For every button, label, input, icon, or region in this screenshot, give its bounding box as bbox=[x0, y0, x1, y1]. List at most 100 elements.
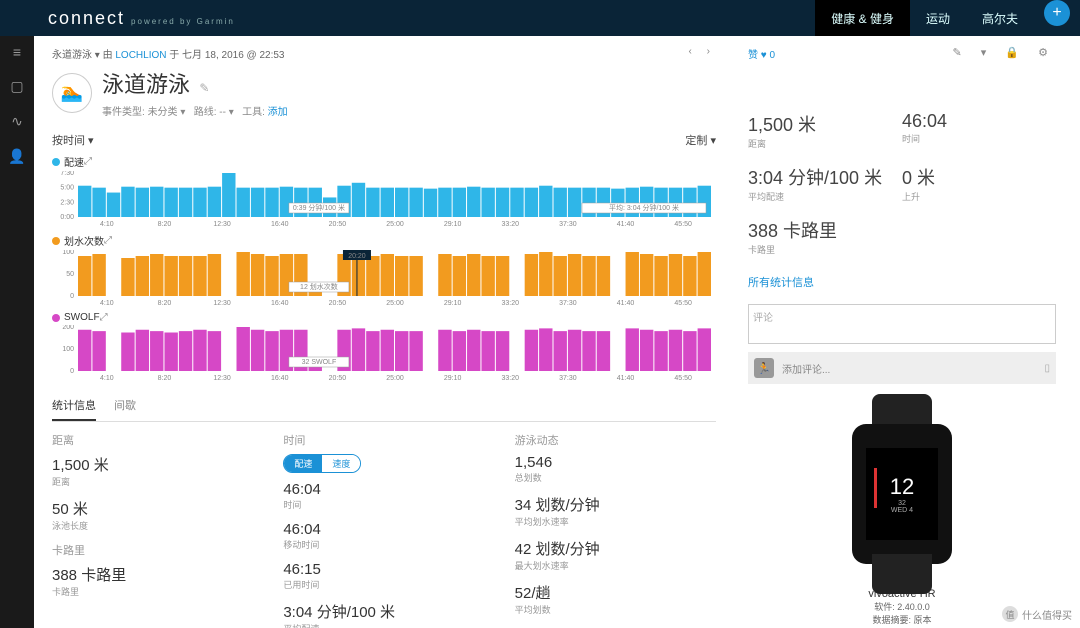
right-panel: 赞 ♥ 0 ✎ ▾ 🔒 ⚙ 1,500 米距离46:04时间3:04 分钟/10… bbox=[734, 36, 1070, 628]
svg-text:5:00: 5:00 bbox=[60, 185, 74, 192]
svg-text:12:30: 12:30 bbox=[213, 300, 231, 306]
activity-meta: 事件类型: 未分类 ▾ 路线: -- ▾ 工具: 添加 bbox=[102, 103, 288, 118]
summary-metrics: 1,500 米距离46:04时间3:04 分钟/100 米平均配速0 米上升38… bbox=[748, 111, 1056, 270]
svg-text:45:50: 45:50 bbox=[674, 300, 692, 306]
chart-SWOLF: SWOLF⤢01002004:108:2012:3016:4020:5025:0… bbox=[52, 312, 716, 381]
svg-text:41:40: 41:40 bbox=[617, 221, 635, 227]
svg-text:41:40: 41:40 bbox=[617, 375, 635, 381]
col-cal-h: 卡路里 bbox=[52, 542, 253, 558]
watermark: 值什么值得买 bbox=[1002, 606, 1072, 622]
tool-add-link[interactable]: 添加 bbox=[268, 107, 288, 118]
svg-text:25:00: 25:00 bbox=[386, 221, 404, 227]
breadcrumb: 永道游泳 ▾ 由 LOCHLION 于 七月 18, 2016 @ 22:53 … bbox=[52, 46, 716, 61]
summary-metric: 388 卡路里卡路里 bbox=[748, 217, 902, 256]
all-stats-link[interactable]: 所有统计信息 bbox=[748, 274, 1056, 290]
add-button[interactable]: + bbox=[1044, 0, 1070, 26]
device-card: 12 32 WED 4 vivoactive HR 软件: 2.40.0.0 数… bbox=[748, 404, 1056, 626]
svg-text:7:30: 7:30 bbox=[60, 171, 74, 177]
watch-image: 12 32 WED 4 bbox=[822, 404, 982, 584]
svg-text:20:20: 20:20 bbox=[348, 253, 366, 260]
action-icons[interactable]: ✎ ▾ 🔒 ⚙ bbox=[953, 46, 1056, 59]
nav-sport[interactable]: 运动 bbox=[910, 0, 966, 36]
svg-text:37:30: 37:30 bbox=[559, 221, 577, 227]
bc-user-link[interactable]: LOCHLION bbox=[115, 50, 166, 61]
svg-text:45:50: 45:50 bbox=[674, 375, 692, 381]
nav-health[interactable]: 健康 & 健身 bbox=[815, 0, 910, 36]
top-bar: connectpowered by Garmin 健康 & 健身 运动 高尔夫 … bbox=[0, 0, 1080, 36]
svg-text:12 划水次数: 12 划水次数 bbox=[300, 282, 338, 291]
stats-grid: 距离 1,500 米距离50 米泳池长度 卡路里 388 卡路里卡路里 时间 配… bbox=[52, 432, 716, 628]
comment-box[interactable]: 评论 bbox=[748, 304, 1056, 344]
event-type-dd[interactable]: 未分类 ▾ bbox=[148, 107, 186, 118]
svg-text:0: 0 bbox=[70, 368, 74, 375]
menu-icon[interactable]: ≡ bbox=[13, 44, 21, 60]
chart-配速: 配速⤢0:002:305:007:304:108:2012:3016:4020:… bbox=[52, 154, 716, 227]
stat-item: 34 划数/分钟平均划水速率 bbox=[515, 494, 716, 528]
tab-stats[interactable]: 统计信息 bbox=[52, 391, 96, 421]
svg-text:8:20: 8:20 bbox=[158, 300, 172, 306]
svg-text:16:40: 16:40 bbox=[271, 375, 289, 381]
col-distance-h: 距离 bbox=[52, 432, 253, 448]
svg-text:33:20: 33:20 bbox=[502, 300, 520, 306]
expand-icon[interactable]: ⤢ bbox=[104, 235, 112, 246]
inbox-icon[interactable]: ▢ bbox=[10, 78, 23, 95]
col-time-h: 时间 bbox=[283, 432, 484, 448]
svg-text:45:50: 45:50 bbox=[674, 221, 692, 227]
bc-category[interactable]: 永道游泳 ▾ bbox=[52, 50, 100, 61]
svg-text:29:10: 29:10 bbox=[444, 375, 462, 381]
summary-metric: 3:04 分钟/100 米平均配速 bbox=[748, 164, 902, 203]
edit-icon[interactable]: ✎ bbox=[199, 81, 209, 95]
likes[interactable]: 赞 ♥ 0 bbox=[748, 50, 775, 61]
svg-text:25:00: 25:00 bbox=[386, 300, 404, 306]
svg-text:8:20: 8:20 bbox=[158, 375, 172, 381]
chart-custom-dd[interactable]: 定制 ▾ bbox=[685, 132, 716, 148]
activity-icon[interactable]: ∿ bbox=[11, 113, 23, 130]
stat-item: 52/趟平均划数 bbox=[515, 582, 716, 616]
sidebar: ≡ ▢ ∿ 👤 bbox=[0, 36, 34, 628]
svg-text:4:10: 4:10 bbox=[100, 221, 114, 227]
svg-text:12:30: 12:30 bbox=[213, 221, 231, 227]
summary-metric: 46:04时间 bbox=[902, 111, 1056, 150]
expand-icon[interactable]: ⤢ bbox=[100, 312, 108, 323]
expand-icon[interactable]: ⤢ bbox=[84, 156, 92, 167]
profile-icon[interactable]: 👤 bbox=[8, 148, 25, 165]
svg-text:0:39 分钟/100 米: 0:39 分钟/100 米 bbox=[293, 203, 345, 212]
svg-text:4:10: 4:10 bbox=[100, 300, 114, 306]
svg-text:8:20: 8:20 bbox=[158, 221, 172, 227]
logo: connectpowered by Garmin bbox=[0, 8, 249, 29]
svg-text:16:40: 16:40 bbox=[271, 300, 289, 306]
chart-划水次数: 划水次数⤢0501004:108:2012:3016:4020:5025:002… bbox=[52, 233, 716, 306]
add-comment-row[interactable]: 🏃 添加评论... ▯ bbox=[748, 352, 1056, 384]
svg-text:32 SWOLF: 32 SWOLF bbox=[302, 359, 337, 366]
swim-icon: 🏊 bbox=[52, 73, 92, 113]
nav-golf[interactable]: 高尔夫 bbox=[966, 0, 1034, 36]
stat-item: 1,546总划数 bbox=[515, 454, 716, 484]
svg-text:50: 50 bbox=[66, 271, 74, 278]
stat-item: 46:04移动时间 bbox=[283, 521, 484, 551]
svg-text:100: 100 bbox=[62, 346, 74, 353]
svg-text:20:50: 20:50 bbox=[329, 300, 347, 306]
charts-area: 配速⤢0:002:305:007:304:108:2012:3016:4020:… bbox=[52, 154, 716, 381]
course-dd[interactable]: 路线: -- ▾ bbox=[194, 107, 234, 118]
svg-text:37:30: 37:30 bbox=[559, 300, 577, 306]
svg-text:20:50: 20:50 bbox=[329, 221, 347, 227]
svg-text:平均: 3:04 分钟/100 米: 平均: 3:04 分钟/100 米 bbox=[609, 203, 679, 212]
stat-item: 50 米泳池长度 bbox=[52, 498, 253, 532]
bc-nav-arrows[interactable]: ‹ › bbox=[689, 46, 716, 57]
svg-text:37:30: 37:30 bbox=[559, 375, 577, 381]
svg-text:29:10: 29:10 bbox=[444, 300, 462, 306]
stat-item: 388 卡路里卡路里 bbox=[52, 564, 253, 598]
svg-text:29:10: 29:10 bbox=[444, 221, 462, 227]
col-swim-h: 游泳动态 bbox=[515, 432, 716, 448]
main-panel: 永道游泳 ▾ 由 LOCHLION 于 七月 18, 2016 @ 22:53 … bbox=[34, 36, 734, 628]
svg-text:0:00: 0:00 bbox=[60, 214, 74, 221]
svg-text:100: 100 bbox=[62, 250, 74, 256]
top-nav: 健康 & 健身 运动 高尔夫 + bbox=[815, 0, 1080, 36]
pace-speed-toggle[interactable]: 配速速度 bbox=[283, 454, 361, 473]
stat-item: 3:04 分钟/100 米平均配速 bbox=[283, 601, 484, 628]
detail-tabs: 统计信息 间歇 bbox=[52, 391, 716, 422]
chart-xaxis-dd[interactable]: 按时间 ▾ bbox=[52, 132, 94, 148]
tab-intervals[interactable]: 间歇 bbox=[114, 391, 136, 421]
stat-item: 46:15已用时间 bbox=[283, 561, 484, 591]
runner-icon: 🏃 bbox=[754, 358, 774, 378]
